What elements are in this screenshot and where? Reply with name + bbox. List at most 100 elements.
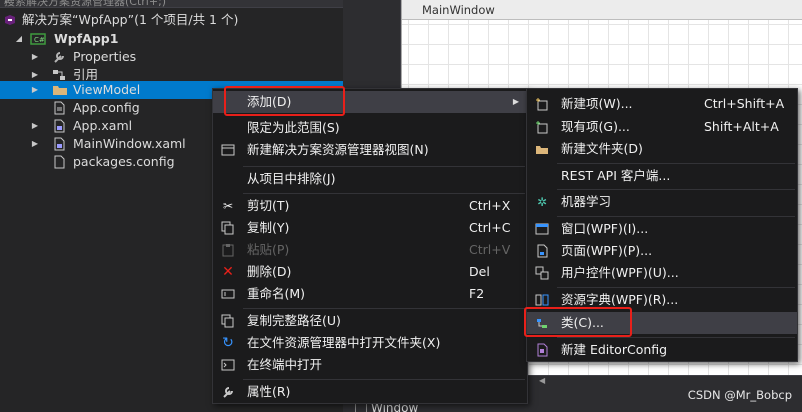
menu-separator <box>243 193 525 194</box>
menu-item-label: REST API 客户端... <box>561 168 671 183</box>
menu-separator <box>243 308 525 309</box>
menu-item-label: 粘贴(P) <box>247 242 290 257</box>
scissors-icon: ✂ <box>222 199 234 213</box>
new-item-icon <box>535 97 549 111</box>
menu-item-copy[interactable]: 复制(Y) Ctrl+C <box>213 217 527 239</box>
watermark: CSDN @Mr_Bobcp <box>687 388 792 402</box>
tree-item-label: App.xaml <box>73 118 133 133</box>
scroll-left-icon[interactable]: ◀ <box>539 376 545 385</box>
submenu-item-new-folder[interactable]: 新建文件夹(D) <box>527 138 797 160</box>
new-folder-icon <box>535 142 549 156</box>
tree-item-label: 解决方案“WpfApp”(1 个项目/共 1 个) <box>22 12 239 27</box>
menu-item-label: 用户控件(WPF)(U)... <box>561 265 679 280</box>
window-icon <box>535 222 549 236</box>
menu-item-label: 新建文件夹(D) <box>561 141 643 156</box>
config-file-icon <box>52 155 66 169</box>
expand-icon[interactable]: ▶ <box>30 48 40 66</box>
expand-icon[interactable]: ▶ <box>30 135 40 153</box>
submenu-item-machine-learning[interactable]: ✲ 机器学习 <box>527 191 797 213</box>
annotation-box-add <box>224 86 345 116</box>
submenu-item-existing-item[interactable]: 现有项(G)... Shift+Alt+A <box>527 116 797 138</box>
editorconfig-icon <box>535 343 549 357</box>
menu-separator <box>557 189 795 190</box>
menu-item-shortcut: Ctrl+X <box>469 198 511 213</box>
explorer-search-bar[interactable]: 搜索解决方案资源管理器(Ctrl+;) ⌕ <box>0 0 343 8</box>
menu-item-properties[interactable]: 属性(R) <box>213 381 527 403</box>
menu-item-shortcut: Ctrl+Shift+A <box>704 96 785 111</box>
tree-item-label: packages.config <box>73 154 175 169</box>
wrench-icon <box>52 50 66 64</box>
menu-item-label: 新建 EditorConfig <box>561 342 668 357</box>
menu-item-label: 页面(WPF)(P)... <box>561 243 653 258</box>
user-control-icon <box>535 266 549 280</box>
config-file-icon <box>52 101 66 115</box>
tree-item-project[interactable]: ◢ C# WpfApp1 <box>0 30 343 48</box>
menu-item-open-in-explorer[interactable]: ↻ 在文件资源管理器中打开文件夹(X) <box>213 332 527 354</box>
collapse-icon[interactable]: ◢ <box>14 30 24 48</box>
submenu-item-rest-api[interactable]: REST API 客户端... <box>527 165 797 187</box>
window-title: MainWindow <box>422 3 495 17</box>
copy-path-icon <box>221 314 235 328</box>
menu-item-shortcut: Del <box>469 264 490 279</box>
search-icon: ⌕ <box>4 0 10 7</box>
menu-item-label: 重命名(M) <box>247 286 306 301</box>
tree-item-solution[interactable]: 解决方案“WpfApp”(1 个项目/共 1 个) <box>0 11 343 29</box>
submenu-item-window-wpf[interactable]: 窗口(WPF)(I)... <box>527 218 797 240</box>
menu-item-label: 限定为此范围(S) <box>247 120 340 135</box>
menu-separator <box>557 163 795 164</box>
menu-item-scope[interactable]: 限定为此范围(S) <box>213 117 527 139</box>
menu-separator <box>243 166 525 167</box>
menu-item-label: 在文件资源管理器中打开文件夹(X) <box>247 335 441 350</box>
menu-item-cut[interactable]: ✂ 剪切(T) Ctrl+X <box>213 195 527 217</box>
new-view-icon <box>221 143 235 157</box>
copy-icon <box>221 221 235 235</box>
delete-x-icon: ✕ <box>222 264 234 280</box>
menu-item-label: 新建解决方案资源管理器视图(N) <box>247 142 429 157</box>
annotation-box-class <box>524 307 632 337</box>
menu-separator <box>557 337 795 338</box>
refresh-arrow-icon: ↻ <box>222 335 234 351</box>
menu-item-copy-full-path[interactable]: 复制完整路径(U) <box>213 310 527 332</box>
submenu-arrow-icon: ▶ <box>512 97 519 106</box>
submenu-item-new-item[interactable]: 新建项(W)... Ctrl+Shift+A <box>527 93 797 115</box>
xaml-file-icon <box>52 137 66 151</box>
folder-icon <box>52 83 67 97</box>
existing-item-icon <box>535 120 549 134</box>
menu-item-shortcut: Ctrl+C <box>469 220 511 235</box>
rename-icon <box>221 287 235 301</box>
svg-text:C#: C# <box>34 36 45 44</box>
menu-item-label: 在终端中打开 <box>247 357 323 372</box>
menu-item-new-view[interactable]: 新建解决方案资源管理器视图(N) <box>213 139 527 161</box>
menu-item-label: 窗口(WPF)(I)... <box>561 221 649 236</box>
tree-item-label: WpfApp1 <box>54 31 119 46</box>
expand-icon[interactable]: ▶ <box>30 81 40 99</box>
menu-item-label: 删除(D) <box>247 264 292 279</box>
solution-icon <box>3 13 17 27</box>
menu-item-label: 复制完整路径(U) <box>247 313 341 328</box>
menu-item-label: 复制(Y) <box>247 220 290 235</box>
menu-item-exclude[interactable]: 从项目中排除(J) <box>213 168 527 190</box>
menu-item-shortcut: Shift+Alt+A <box>704 119 779 134</box>
resource-dictionary-icon <box>535 293 549 307</box>
menu-item-rename[interactable]: 重命名(M) F2 <box>213 283 527 305</box>
context-menu: 添加(D) ▶ 限定为此范围(S) 新建解决方案资源管理器视图(N) 从项目中排… <box>212 88 528 404</box>
submenu-item-editorconfig[interactable]: 新建 EditorConfig <box>527 339 797 361</box>
csharp-project-icon: C# <box>30 32 46 46</box>
menu-item-label: 机器学习 <box>561 194 612 209</box>
menu-item-label: 新建项(W)... <box>561 96 633 111</box>
xaml-file-icon <box>52 119 66 133</box>
submenu-item-user-control-wpf[interactable]: 用户控件(WPF)(U)... <box>527 262 797 284</box>
submenu-item-page-wpf[interactable]: 页面(WPF)(P)... <box>527 240 797 262</box>
menu-item-label: 剪切(T) <box>247 198 290 213</box>
search-input[interactable]: 搜索解决方案资源管理器(Ctrl+;) <box>4 0 166 7</box>
menu-item-label: 现有项(G)... <box>561 119 630 134</box>
tree-item-properties[interactable]: ▶ Properties <box>0 48 343 66</box>
expand-icon[interactable]: ▶ <box>30 117 40 135</box>
menu-item-label: 属性(R) <box>247 384 291 399</box>
paste-icon <box>221 243 235 257</box>
menu-item-paste[interactable]: 粘贴(P) Ctrl+V <box>213 239 527 261</box>
menu-item-delete[interactable]: ✕ 删除(D) Del <box>213 261 527 283</box>
references-icon <box>52 68 66 82</box>
menu-item-open-terminal[interactable]: 在终端中打开 <box>213 354 527 376</box>
window-title-bar: MainWindow <box>402 0 802 20</box>
